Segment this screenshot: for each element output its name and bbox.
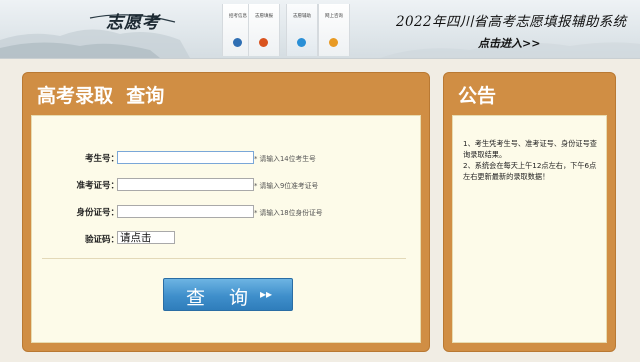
row-exam-number: 考生号： * 请输入14位考生号: [32, 150, 420, 168]
id-number-input[interactable]: [117, 205, 254, 218]
exam-number-hint: * 请输入14位考生号: [254, 155, 316, 163]
site-logo[interactable]: 志愿考: [106, 8, 160, 33]
nav-tile-label: 网上咨询: [325, 14, 343, 19]
notice-panel: 公告 1、考生凭考生号、准考证号、身份证号查询录取结果。 2、系统会在每天上午1…: [443, 72, 616, 352]
panel-title: 高考录取 查询: [37, 85, 165, 107]
form-divider: [42, 258, 406, 259]
notice-body: 1、考生凭考生号、准考证号、身份证号查询录取结果。 2、系统会在每天上午12点左…: [452, 115, 607, 343]
nav-tile-label: 志愿填报: [255, 14, 273, 19]
query-form: 考生号： * 请输入14位考生号 准考证号： * 请输入9位准考证号 身份证号：…: [31, 115, 421, 343]
admission-ticket-input[interactable]: [117, 178, 254, 191]
row-id-number: 身份证号： * 请输入18位身份证号: [32, 204, 420, 222]
notice-text: 1、考生凭考生号、准考证号、身份证号查询录取结果。 2、系统会在每天上午12点左…: [463, 138, 598, 182]
row-admission-ticket: 准考证号： * 请输入9位准考证号: [32, 177, 420, 195]
admission-ticket-hint: * 请输入9位准考证号: [254, 182, 319, 190]
nav-tile-volunteer-fill[interactable]: 志愿填报: [248, 4, 280, 56]
row-captcha: 验证码： 请点击: [32, 231, 420, 249]
captcha-label: 验证码：: [84, 235, 119, 245]
notice-line-1: 1、考生凭考生号、准考证号、身份证号查询录取结果。: [463, 139, 597, 159]
exam-number-input[interactable]: [117, 151, 254, 164]
consult-dot-icon: [329, 38, 338, 47]
nav-tile-online-consult[interactable]: 网上咨询: [318, 4, 350, 56]
captcha-field[interactable]: 请点击: [117, 231, 175, 244]
nav-tile-label: 志愿辅助: [293, 14, 311, 19]
form-dot-icon: [259, 38, 268, 47]
nav-tile-volunteer-assist[interactable]: 志愿辅助: [286, 4, 318, 56]
admission-ticket-label: 准考证号：: [76, 181, 119, 191]
notice-title: 公告: [458, 85, 497, 107]
system-title: 2022年四川省高考志愿填报辅助系统: [396, 14, 627, 30]
notice-line-2: 2、系统会在每天上午12点左右，下午6点左右更新最新的录取数据！: [463, 161, 597, 181]
top-banner: 志愿考 招考信息 志愿填报 志愿辅助 网上咨询 2022年四川省高考志愿填报辅助…: [0, 0, 640, 59]
double-arrow-icon: ▸▸: [260, 287, 273, 301]
id-number-hint: * 请输入18位身份证号: [254, 209, 323, 217]
id-number-label: 身份证号：: [76, 208, 119, 218]
assist-dot-icon: [297, 38, 306, 47]
info-dot-icon: [233, 38, 242, 47]
query-button[interactable]: 查 询 ▸▸: [163, 278, 293, 311]
admission-query-panel: 高考录取 查询 考生号： * 请输入14位考生号 准考证号： * 请输入9位准考…: [22, 72, 430, 352]
enter-link[interactable]: 点击进入>>: [478, 35, 540, 51]
query-button-label: 查 询: [186, 287, 258, 309]
exam-number-label: 考生号：: [84, 154, 119, 164]
